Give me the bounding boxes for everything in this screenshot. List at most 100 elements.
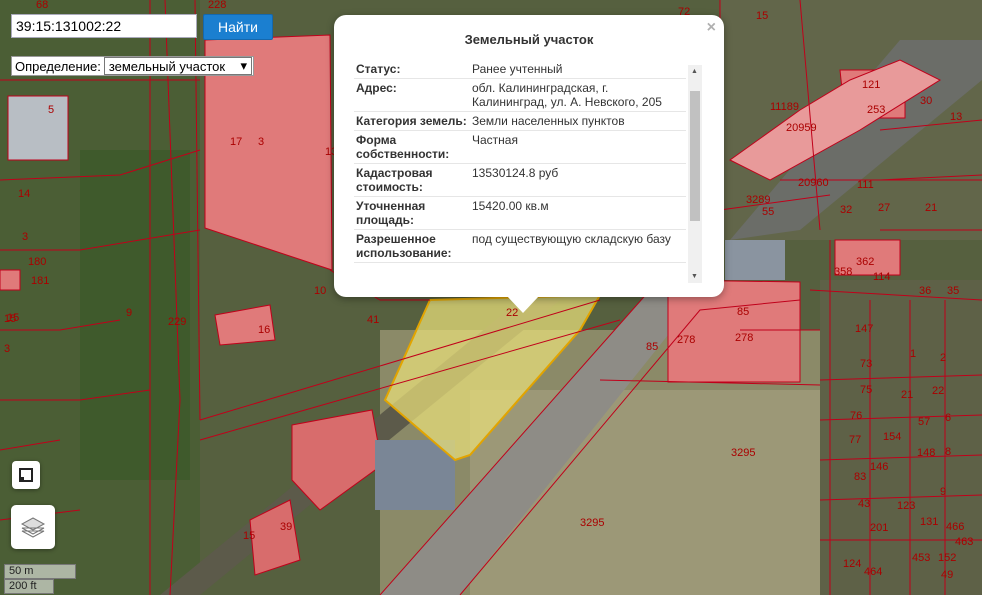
search-bar: Найти [11,14,273,40]
parcel-number-label: 152 [938,552,956,564]
scrollbar-thumb[interactable] [690,91,700,221]
parcel-number-label: 49 [941,569,953,581]
parcel-number-label: 75 [860,384,872,396]
parcel-number-label: 464 [864,566,882,578]
definition-selected-value: земельный участок [108,58,226,74]
parcel-number-label: 17 [230,136,242,148]
parcel-number-label: 20960 [798,177,829,189]
parcel-number-label: 228 [208,0,226,11]
attribute-value: 13530124.8 руб [472,166,559,180]
attribute-value: обл. Калининградская, г. Калининград, ул… [472,81,662,109]
scale-bar-imperial: 200 ft [4,579,54,594]
parcel-number-label: 229 [168,316,186,328]
layers-button[interactable] [11,505,55,549]
parcel-number-label: 5 [48,104,54,116]
find-button[interactable]: Найти [203,14,273,40]
parcel-number-label: 73 [860,358,872,370]
parcel-number-label: 14 [18,188,30,200]
parcel-number-label: 453 [912,552,930,564]
parcel-number-label: 180 [28,256,46,268]
parcel-number-label: 57 [918,416,930,428]
attribute-key: Форма собственности: [356,133,450,161]
parcel-number-label: 147 [855,323,873,335]
parcel-number-label: 146 [870,461,888,473]
parcel-number-label: 10 [314,285,326,297]
building-5 [7,95,69,161]
parcel-number-label: 77 [849,434,861,446]
parcel-number-label: 278 [677,334,695,346]
parcel-number-label: 83 [854,471,866,483]
parcel-number-label: 3289 [746,194,770,206]
parcel-number-label: 13 [950,111,962,123]
parcel-number-label: 68 [36,0,48,11]
parcel-number-label: 1 [910,348,916,360]
parcel-number-label: 201 [870,522,888,534]
parcel-number-label: 16 [258,324,270,336]
attribute-row: Статус: Ранее учтенный [354,60,686,79]
parcel-number-label: 39 [280,521,292,533]
parcel-number-label: 15 [4,313,16,325]
parcel-number-label: 43 [858,498,870,510]
parcel-number-label: 20959 [786,122,817,134]
attribute-value: 15420.00 кв.м [472,199,549,213]
attribute-row: Адрес: обл. Калининградская, г. Калинингр… [354,79,686,112]
parcel-number-label: 22 [932,385,944,397]
parcel-number-label: 111 [857,179,874,191]
parcel-number-label: 362 [856,256,874,268]
attribute-value: Ранее учтенный [472,62,563,76]
parcel-info-popup: × Земельный участок Статус: Ранее учтенны… [334,15,724,297]
definition-label: Определение: [15,58,101,74]
parcel-number-label: 2 [940,352,946,364]
parcel-number-label: 3 [22,231,28,243]
frame-icon [19,468,33,482]
attribute-row: Форма собственности: Частная [354,131,686,164]
parcel-number-label: 55 [762,206,774,218]
popup-scrollbar[interactable]: ▲ ▼ [688,65,702,283]
popup-attribute-table: Статус: Ранее учтенный Адрес: обл. Калинин… [354,60,686,282]
attribute-value: Земли населенных пунктов [472,114,625,128]
parcel-number-label: 3 [258,136,264,148]
parcel-number-label: 358 [834,266,852,278]
parcel-number-label: 154 [883,431,901,443]
parcel-181[interactable] [0,269,21,291]
parcel-number-label: 3295 [731,447,755,459]
cadastral-number-input[interactable] [11,14,197,38]
attribute-key: Кадастровая стоимость: [356,166,433,194]
parcel-number-label: 278 [735,332,753,344]
parcel-number-label: 131 [920,516,938,528]
parcel-number-label: 36 [919,285,931,297]
parcel-number-label: 9 [940,486,946,498]
attribute-value: Частная [472,133,518,147]
parcel-number-label: 76 [850,410,862,422]
parcel-number-label: 35 [947,285,959,297]
attribute-key: Разрешенное использование: [356,232,452,260]
attribute-row: Кадастровая стоимость: 13530124.8 руб [354,164,686,197]
popup-title: Земельный участок [464,32,594,47]
parcel-number-label: 15 [243,530,255,542]
scroll-down-icon[interactable]: ▼ [691,273,698,280]
parcel-number-label: 15 [756,10,768,22]
scroll-up-icon[interactable]: ▲ [691,68,698,75]
parcel-number-label: 253 [867,104,885,116]
parcel-number-label: 181 [31,275,49,287]
parcel-number-label: 11189 [770,101,799,113]
attribute-key: Статус: [356,62,401,76]
parcel-number-label: 8 [945,446,951,458]
definition-select[interactable]: земельный участок ▾ [103,57,252,75]
parcel-number-label: 9 [126,307,132,319]
parcel-number-label: 21 [901,389,913,401]
parcel-number-label: 3 [4,343,10,355]
fullscreen-button[interactable] [12,461,40,489]
parcel-number-label: 27 [878,202,890,214]
parcel-number-label: 3295 [580,517,604,529]
depot-building [725,240,785,280]
attribute-value: под существующую складскую базу [472,232,671,246]
parcel-number-label: 124 [843,558,861,570]
attribute-row: Разрешенное использование: под существующ… [354,230,686,263]
parcel-number-label: 30 [920,95,932,107]
attribute-row: Уточненная площадь: 15420.00 кв.м [354,197,686,230]
parcel-number-label: 466 [946,521,964,533]
parcel-number-label: 463 [955,536,973,548]
parcel-number-label: 85 [646,341,658,353]
scale-bar-metric: 50 m [4,564,76,579]
